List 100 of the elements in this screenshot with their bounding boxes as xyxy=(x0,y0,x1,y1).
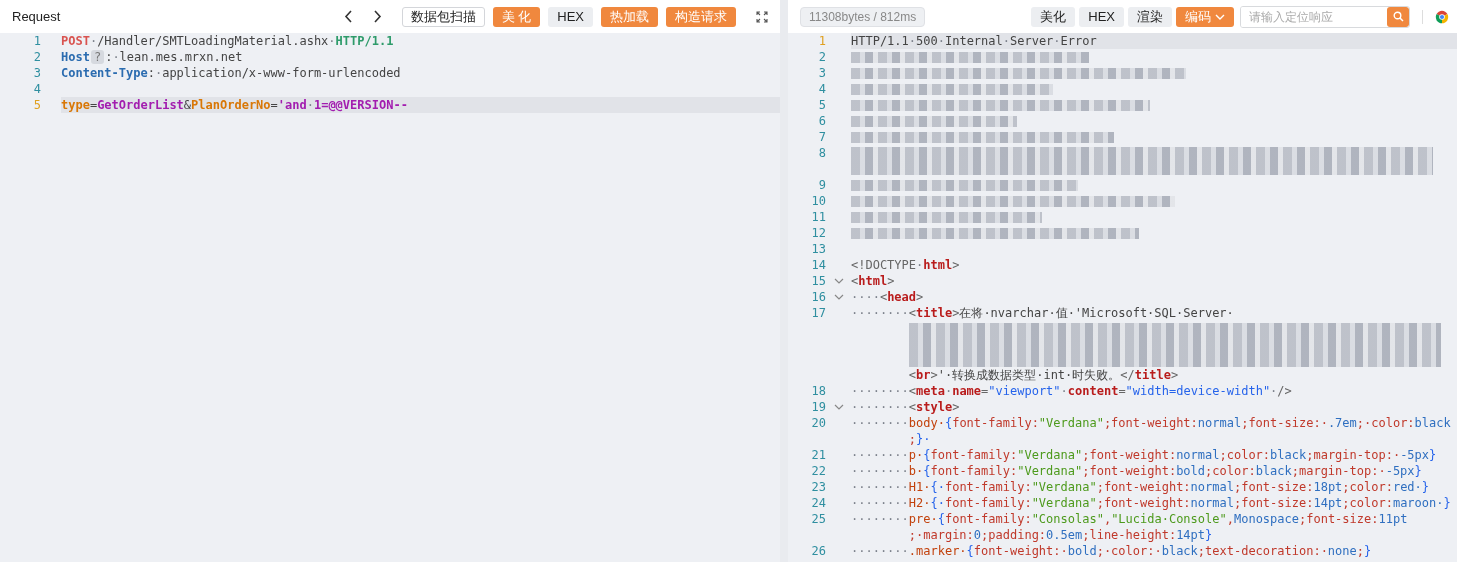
code-token: & xyxy=(183,98,192,112)
code-token: "Lucida·Console" xyxy=(1111,512,1227,526)
code-token: .7em xyxy=(1327,416,1357,430)
code-token: font-family: xyxy=(944,512,1032,526)
code-token: = xyxy=(270,98,278,112)
code-token: < xyxy=(851,274,859,288)
whitespace-marker: ········ xyxy=(851,544,909,558)
code-token: "Consolas" xyxy=(1031,512,1104,526)
code-token: ; xyxy=(908,432,917,446)
code-token: ;margin-top:· xyxy=(1291,464,1386,478)
code-token: ;font-size: xyxy=(1299,512,1379,526)
code-token: {· xyxy=(930,496,945,510)
line-number: 16 xyxy=(810,289,826,305)
code-token: GetOrderList xyxy=(97,98,184,112)
code-token: pre· xyxy=(908,512,938,526)
line-number: 25 xyxy=(810,511,826,528)
code-token: } xyxy=(1421,480,1430,494)
line-number: 6 xyxy=(817,113,826,129)
fold-chevron-icon[interactable] xyxy=(833,404,844,410)
search-button[interactable] xyxy=(1387,6,1409,27)
code-token: "viewport" xyxy=(988,384,1061,398)
code-token: meta xyxy=(916,384,945,398)
line-number: 24 xyxy=(810,495,826,511)
code-token: ;·color: xyxy=(1356,416,1415,430)
code-token: H2· xyxy=(908,496,931,510)
code-token: ;font-size: xyxy=(1233,496,1314,510)
code-token: br xyxy=(916,368,931,382)
code-token: ;·color:· xyxy=(1096,544,1162,558)
response-stats: 11308bytes / 812ms xyxy=(800,6,926,27)
whitespace-marker: · xyxy=(944,384,953,398)
code-token: black xyxy=(1161,544,1198,558)
code-token: > xyxy=(952,306,960,320)
browser-icon[interactable] xyxy=(1435,9,1449,24)
whitespace-marker: ········ xyxy=(851,306,909,320)
forward-chevron-icon[interactable] xyxy=(372,10,382,23)
code-token: style xyxy=(916,400,953,414)
line-number: 2 xyxy=(32,49,41,65)
code-token: { xyxy=(944,416,953,430)
code-token: </ xyxy=(1120,368,1135,382)
line-number: 9 xyxy=(817,177,826,193)
whitespace-marker: ···· xyxy=(851,290,880,304)
line-number: 8 xyxy=(817,145,826,162)
code-token: ;color: xyxy=(1205,464,1256,478)
line-number: 3 xyxy=(32,65,41,81)
code-token: > xyxy=(952,400,960,414)
code-token: < xyxy=(908,384,917,398)
code-token: { xyxy=(966,544,974,558)
toolbar-button[interactable]: 美化 xyxy=(1031,6,1076,27)
code-token: } xyxy=(1429,448,1437,462)
fold-chevron-icon[interactable] xyxy=(833,278,844,284)
whitespace-marker: ········ xyxy=(851,448,909,462)
code-token: < xyxy=(908,368,917,382)
code-token: Host xyxy=(61,50,90,64)
code-token: > xyxy=(887,274,895,288)
code-token: ;color: xyxy=(1219,448,1271,462)
code-token: ;font-weight: xyxy=(1096,496,1191,510)
code-token: } xyxy=(1364,544,1372,558)
code-token: font-family: xyxy=(952,416,1039,430)
line-number: 7 xyxy=(817,129,826,145)
code-token: = xyxy=(89,98,98,112)
fold-chevron-icon[interactable] xyxy=(833,294,844,300)
code-token: 500 xyxy=(916,34,938,48)
code-token: normal xyxy=(1176,448,1220,462)
line-number: 11 xyxy=(810,209,826,225)
code-token: Content-Type xyxy=(61,66,148,80)
code-token: /> xyxy=(1277,384,1292,398)
code-token: lean.mes.mrxn.net xyxy=(119,50,243,64)
code-token: H1· xyxy=(908,480,931,494)
toolbar-button[interactable]: HEX xyxy=(548,6,593,27)
line-number: 10 xyxy=(810,193,826,209)
code-token: "Verdana" xyxy=(1031,496,1097,510)
code-token: ;·margin: xyxy=(908,528,974,542)
toolbar-button[interactable]: 数据包扫描 xyxy=(401,6,485,27)
fullscreen-icon[interactable] xyxy=(756,10,768,23)
code-token: , xyxy=(1226,512,1234,526)
code-token: } xyxy=(1205,528,1213,542)
code-token: ; xyxy=(1356,544,1364,558)
code-token: > xyxy=(952,258,960,272)
back-chevron-icon[interactable] xyxy=(343,10,353,23)
code-token: font-family: xyxy=(930,448,1018,462)
line-number: 22 xyxy=(810,463,826,479)
code-token: ;color: xyxy=(1342,496,1393,510)
code-token: 1=@@VERSION-- xyxy=(313,98,408,112)
code-token: ;text-decoration:· xyxy=(1197,544,1328,558)
code-token: "Verdana" xyxy=(1017,448,1083,462)
toolbar-button[interactable]: 渲染 xyxy=(1128,6,1172,27)
whitespace-marker: · xyxy=(1270,384,1278,398)
code-token: : xyxy=(105,50,113,64)
code-token: .marker· xyxy=(908,544,967,558)
toolbar-button[interactable]: HEX xyxy=(1079,6,1124,27)
line-number: 12 xyxy=(810,225,826,241)
code-token: -5px xyxy=(1385,464,1415,478)
code-token: ;font-size:· xyxy=(1241,416,1328,430)
code-token: Internal xyxy=(944,34,1003,48)
search-field[interactable]: 请输入定位响应 xyxy=(1240,5,1410,28)
code-token: HTTP/1.1 xyxy=(851,34,909,48)
code-token: font-family: xyxy=(944,480,1032,494)
whitespace-marker: ········ xyxy=(851,384,909,398)
code-token: "Verdana" xyxy=(1031,480,1097,494)
whitespace-marker: · xyxy=(89,34,98,48)
